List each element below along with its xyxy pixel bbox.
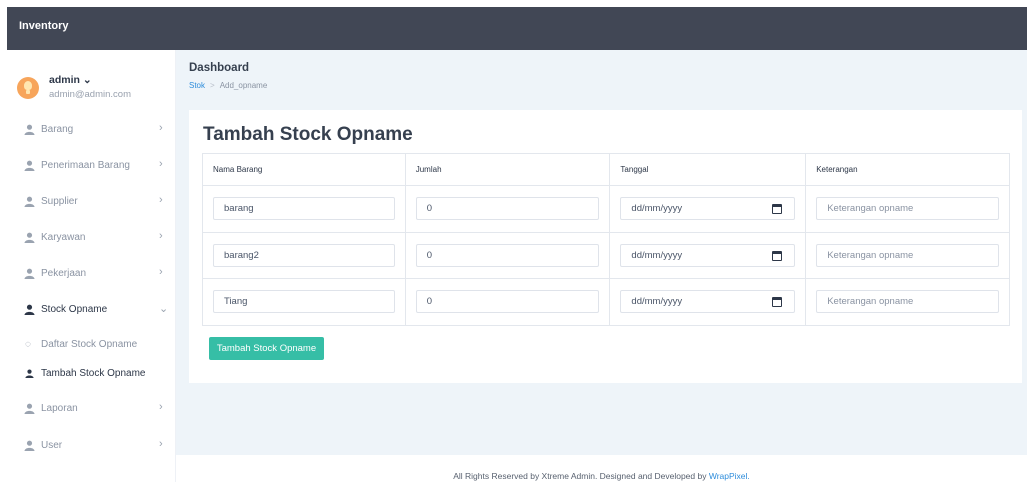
- table-row: barang 0 dd/mm/yyyy Keterangan opname: [202, 185, 1010, 233]
- page-title: Tambah Stock Opname: [203, 124, 413, 145]
- date-value: dd/mm/yyyy: [631, 203, 683, 215]
- sidebar-subitem-tambah-stock-opname[interactable]: Tambah Stock Opname: [7, 359, 175, 387]
- sidebar-subitem-daftar-stock-opname[interactable]: ◌ Daftar Stock Opname: [7, 330, 175, 358]
- sidebar-item-laporan[interactable]: Laporan ›: [7, 394, 175, 424]
- table-cell: 0: [404, 278, 611, 326]
- table-cell: barang2: [202, 231, 406, 279]
- tanggal-input[interactable]: dd/mm/yyyy: [620, 243, 796, 267]
- nama-barang-input[interactable]: barang2: [213, 243, 395, 267]
- user-email: admin@admin.com: [49, 89, 131, 100]
- table-cell: Tiang: [202, 278, 406, 326]
- user-icon: [24, 268, 35, 279]
- chevron-down-icon: ⌄: [159, 303, 169, 315]
- breadcrumb-title: Dashboard: [189, 62, 250, 74]
- user-name: admin: [49, 74, 80, 86]
- breadcrumb-separator: >: [210, 81, 215, 90]
- sidebar-item-label: Karyawan: [41, 232, 86, 243]
- date-value: dd/mm/yyyy: [631, 249, 683, 261]
- table-cell: dd/mm/yyyy: [609, 185, 807, 233]
- footer-text: All Rights Reserved by Xtreme Admin. Des…: [453, 471, 709, 481]
- chevron-right-icon: ›: [159, 230, 163, 242]
- calendar-icon[interactable]: [772, 297, 783, 308]
- user-icon: [25, 369, 34, 378]
- user-icon: [24, 232, 35, 243]
- app-frame: Inventory admin ⌄ admin@admin.com Barang…: [0, 0, 1027, 482]
- sidebar-item-label: User: [41, 440, 63, 451]
- table-row: barang2 0 dd/mm/yyyy Keterangan opname: [202, 231, 1010, 279]
- app-title: Inventory: [7, 7, 1027, 50]
- column-header: Jumlah: [404, 153, 611, 186]
- footer-link-wrappixel[interactable]: WrapPixel.: [709, 471, 750, 481]
- sidebar-item-label: Supplier: [41, 196, 78, 207]
- sidebar-item-label: Barang: [41, 124, 74, 135]
- calendar-icon[interactable]: [772, 204, 783, 215]
- chevron-right-icon: ›: [159, 438, 163, 450]
- keterangan-input[interactable]: Keterangan opname: [816, 290, 999, 314]
- table-cell: 0: [404, 231, 611, 279]
- chevron-right-icon: ›: [159, 194, 163, 206]
- opname-table: Nama Barang Jumlah Tanggal Keterangan ba…: [202, 153, 1010, 326]
- chevron-right-icon: ›: [159, 122, 163, 134]
- table-cell: 0: [404, 185, 611, 233]
- column-header: Keterangan: [805, 153, 1010, 186]
- user-icon: [24, 304, 35, 315]
- jumlah-input[interactable]: 0: [415, 290, 600, 314]
- sidebar-item-label: Penerimaan Barang: [41, 160, 130, 171]
- table-header-row: Nama Barang Jumlah Tanggal Keterangan: [202, 153, 1010, 186]
- sidebar-item-label: Pekerjaan: [41, 268, 87, 279]
- table-cell: dd/mm/yyyy: [609, 231, 807, 279]
- breadcrumb-link-stok[interactable]: Stok: [189, 81, 205, 90]
- footer: All Rights Reserved by Xtreme Admin. Des…: [176, 455, 1027, 482]
- tambah-stock-opname-button[interactable]: Tambah Stock Opname: [209, 337, 324, 360]
- table-cell: Keterangan opname: [805, 231, 1010, 279]
- user-icon: [24, 160, 35, 171]
- chevron-right-icon: ›: [159, 266, 163, 278]
- chevron-down-icon: ⌄: [82, 74, 92, 86]
- breadcrumb: Stok > Add_opname: [189, 81, 267, 90]
- sidebar-item-user[interactable]: User ›: [7, 431, 175, 461]
- sidebar-item-supplier[interactable]: Supplier ›: [7, 187, 175, 217]
- sidebar-item-stock-opname[interactable]: Stock Opname ⌄: [7, 295, 175, 325]
- tanggal-input[interactable]: dd/mm/yyyy: [620, 290, 796, 314]
- sidebar-item-penerimaan-barang[interactable]: Penerimaan Barang ›: [7, 151, 175, 181]
- sidebar-item-karyawan[interactable]: Karyawan ›: [7, 223, 175, 253]
- user-icon: [24, 196, 35, 207]
- sidebar-item-label: Stock Opname: [41, 304, 108, 315]
- nama-barang-input[interactable]: Tiang: [213, 290, 395, 314]
- table-cell: Keterangan opname: [805, 185, 1010, 233]
- keterangan-input[interactable]: Keterangan opname: [816, 197, 999, 221]
- sidebar-subitem-label: Tambah Stock Opname: [41, 368, 146, 379]
- date-value: dd/mm/yyyy: [631, 296, 683, 308]
- table-cell: Keterangan opname: [805, 278, 1010, 326]
- user-icon: [24, 403, 35, 414]
- chevron-right-icon: ›: [159, 158, 163, 170]
- jumlah-input[interactable]: 0: [415, 197, 600, 221]
- sidebar: admin ⌄ admin@admin.com Barang › Penerim…: [7, 50, 176, 482]
- user-icon: [24, 124, 35, 135]
- user-menu[interactable]: admin ⌄: [49, 74, 92, 86]
- column-header: Nama Barang: [202, 153, 406, 186]
- avatar: [17, 77, 39, 99]
- circle-icon: ◌: [25, 339, 31, 350]
- calendar-icon[interactable]: [772, 250, 783, 261]
- sidebar-item-pekerjaan[interactable]: Pekerjaan ›: [7, 259, 175, 289]
- keterangan-input[interactable]: Keterangan opname: [816, 243, 999, 267]
- user-icon: [24, 440, 35, 451]
- sidebar-subitem-label: Daftar Stock Opname: [41, 339, 138, 350]
- table-cell: barang: [202, 185, 406, 233]
- jumlah-input[interactable]: 0: [415, 243, 600, 267]
- column-header: Tanggal: [609, 153, 807, 186]
- chevron-right-icon: ›: [159, 401, 163, 413]
- sidebar-item-barang[interactable]: Barang ›: [7, 115, 175, 145]
- breadcrumb-current: Add_opname: [219, 81, 268, 90]
- sidebar-item-label: Laporan: [41, 403, 78, 414]
- nama-barang-input[interactable]: barang: [213, 197, 395, 221]
- table-cell: dd/mm/yyyy: [609, 278, 807, 326]
- tanggal-input[interactable]: dd/mm/yyyy: [620, 197, 796, 221]
- table-row: Tiang 0 dd/mm/yyyy Keterangan opname: [202, 278, 1010, 326]
